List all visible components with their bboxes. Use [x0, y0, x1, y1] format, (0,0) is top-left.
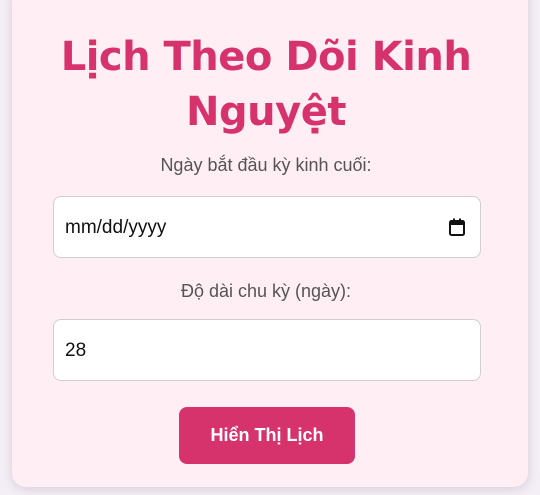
start-date-label: Ngày bắt đầu kỳ kinh cuối:	[160, 155, 372, 175]
cycle-length-label: Độ dài chu kỳ (ngày):	[180, 281, 352, 301]
start-date-placeholder: mm/dd/yyyy	[65, 217, 167, 238]
start-date-input[interactable]: mm/dd/yyyy	[53, 196, 481, 258]
show-calendar-button[interactable]: Hiển Thị Lịch	[179, 407, 355, 464]
cycle-length-value: 28	[65, 340, 87, 361]
page-title: Lịch Theo Dõi Kinh Nguyệt	[60, 34, 472, 135]
cycle-length-input[interactable]: 28	[53, 319, 481, 381]
calendar-icon[interactable]	[449, 218, 465, 236]
